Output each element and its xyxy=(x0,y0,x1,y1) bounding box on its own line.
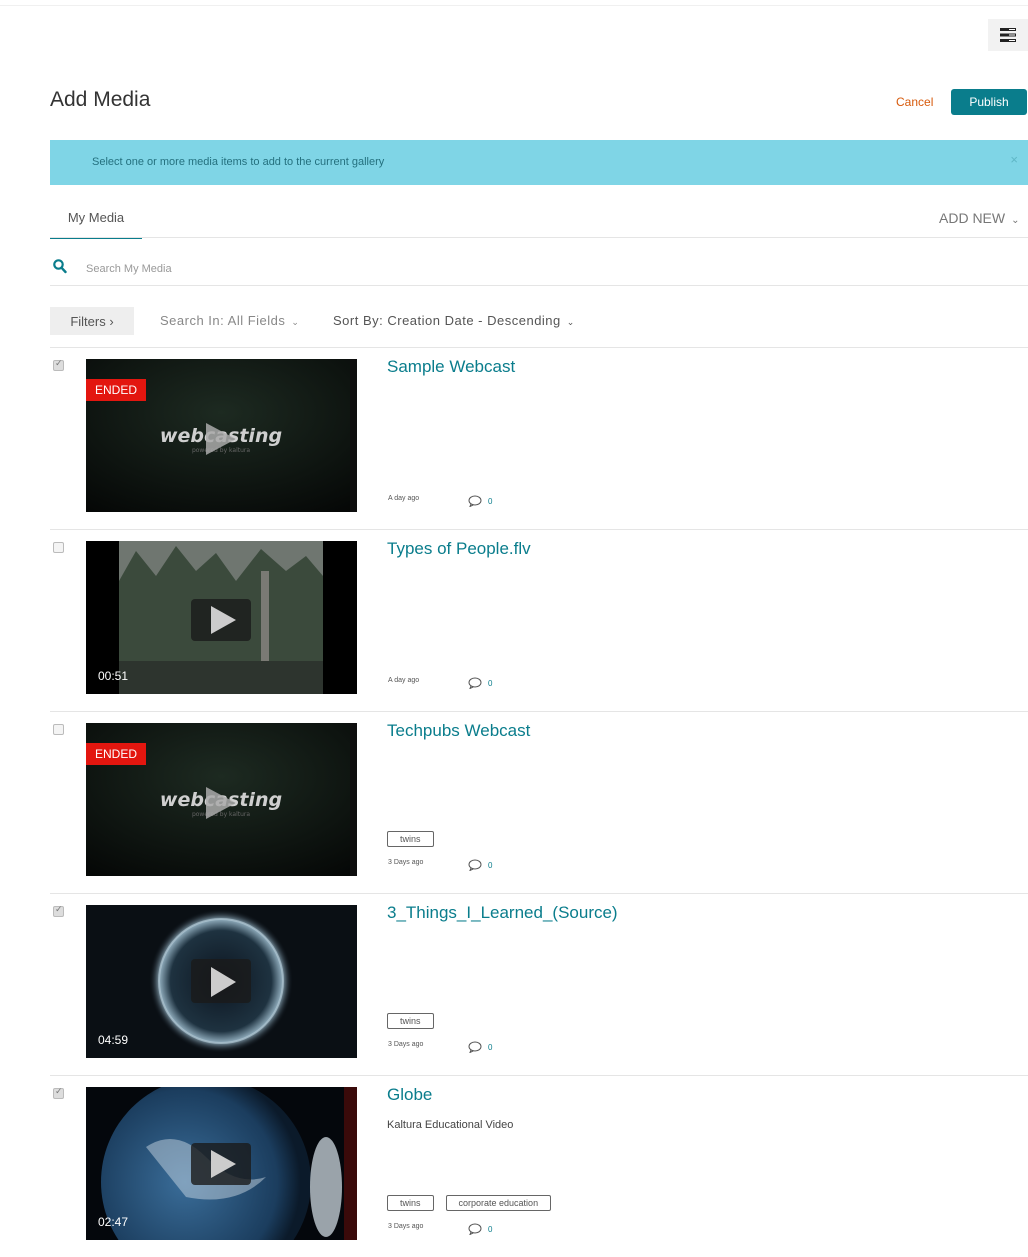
select-checkbox[interactable] xyxy=(53,904,64,917)
webcasting-subtext: powered by kaltura xyxy=(192,447,250,454)
row-divider xyxy=(50,711,1028,712)
webcasting-subtext: powered by kaltura xyxy=(192,811,250,818)
tag-list: twins xyxy=(387,831,434,847)
comments-count[interactable]: 0 xyxy=(468,859,492,871)
media-date: A day ago xyxy=(388,677,420,684)
comment-icon xyxy=(468,495,482,507)
add-new-label: ADD NEW xyxy=(939,210,1006,226)
sort-by-dropdown[interactable]: Sort By: Creation Date - Descending ⌄ xyxy=(333,313,575,328)
media-list-item: webcasting powered by kaltura ENDED Tech… xyxy=(50,711,1028,893)
comment-icon xyxy=(468,1223,482,1235)
info-banner-text: Select one or more media items to add to… xyxy=(92,156,385,168)
media-date: 3 Days ago xyxy=(388,1041,424,1048)
search-in-label: Search In: All Fields xyxy=(160,313,286,328)
comments-number: 0 xyxy=(488,860,493,870)
media-title-link[interactable]: Sample Webcast xyxy=(387,357,515,377)
comments-count[interactable]: 0 xyxy=(468,677,492,689)
media-thumbnail[interactable]: 04:59 xyxy=(86,905,357,1058)
cancel-button[interactable]: Cancel xyxy=(896,95,933,109)
tag-list: twins xyxy=(387,1013,434,1029)
search-input[interactable] xyxy=(84,258,988,280)
media-title-link[interactable]: Types of People.flv xyxy=(387,539,531,559)
select-checkbox[interactable] xyxy=(53,358,64,371)
list-menu-icon xyxy=(1000,28,1016,42)
media-description: Kaltura Educational Video xyxy=(387,1119,514,1131)
media-thumbnail[interactable]: 00:51 xyxy=(86,541,357,694)
comments-count[interactable]: 0 xyxy=(468,495,492,507)
search-divider xyxy=(50,285,1028,286)
duration-label: 04:59 xyxy=(98,1033,129,1047)
tab-my-media[interactable]: My Media xyxy=(50,210,142,239)
row-divider xyxy=(50,529,1028,530)
comment-icon xyxy=(468,859,482,871)
select-checkbox[interactable] xyxy=(53,542,64,553)
media-list-item: 00:51 Types of People.flv A day ago 0 xyxy=(50,529,1028,711)
media-title-link[interactable]: Globe xyxy=(387,1085,432,1105)
menu-toggle-button[interactable] xyxy=(988,19,1028,51)
select-checkbox[interactable] xyxy=(53,724,64,735)
media-date: 3 Days ago xyxy=(388,1223,424,1230)
media-list-item: 04:59 3_Things_I_Learned_(Source) twins … xyxy=(50,893,1028,1075)
info-banner: Select one or more media items to add to… xyxy=(50,140,1028,185)
chevron-down-icon: ⌄ xyxy=(1011,215,1020,226)
comments-count[interactable]: 0 xyxy=(468,1041,492,1053)
row-divider xyxy=(50,1075,1028,1076)
comments-number: 0 xyxy=(488,1042,493,1052)
tag[interactable]: twins xyxy=(387,1013,434,1029)
comments-count[interactable]: 0 xyxy=(468,1223,492,1235)
comment-icon xyxy=(468,677,482,689)
media-thumbnail[interactable]: webcasting powered by kaltura ENDED xyxy=(86,359,357,512)
media-date: 3 Days ago xyxy=(388,859,424,866)
comment-icon xyxy=(468,1041,482,1053)
duration-label: 02:47 xyxy=(98,1215,129,1229)
media-list-item: 02:47 Globe Kaltura Educational Video tw… xyxy=(50,1075,1028,1257)
row-divider xyxy=(50,347,1028,348)
media-title-link[interactable]: 3_Things_I_Learned_(Source) xyxy=(387,903,618,923)
ended-badge: ENDED xyxy=(86,743,147,765)
media-thumbnail[interactable]: webcasting powered by kaltura ENDED xyxy=(86,723,357,876)
page-title: Add Media xyxy=(50,88,151,111)
tabs-divider xyxy=(50,237,1028,238)
comments-number: 0 xyxy=(488,496,493,506)
tag-list: twins corporate education xyxy=(387,1195,552,1211)
comments-number: 0 xyxy=(488,678,493,688)
duration-label: 00:51 xyxy=(98,669,129,683)
filters-button[interactable]: Filters › xyxy=(50,307,134,335)
tag[interactable]: twins xyxy=(387,1195,434,1211)
chevron-down-icon: ⌄ xyxy=(291,317,300,327)
top-border xyxy=(0,5,1028,6)
close-icon[interactable]: × xyxy=(1010,152,1018,167)
ended-badge: ENDED xyxy=(86,379,147,401)
search-icon[interactable] xyxy=(53,259,67,274)
media-title-link[interactable]: Techpubs Webcast xyxy=(387,721,530,741)
sort-by-label: Sort By: Creation Date - Descending xyxy=(333,313,561,328)
row-divider xyxy=(50,893,1028,894)
media-list-item: webcasting powered by kaltura ENDED Samp… xyxy=(50,347,1028,529)
media-thumbnail[interactable]: 02:47 xyxy=(86,1087,357,1240)
media-date: A day ago xyxy=(388,495,420,502)
add-new-dropdown[interactable]: ADD NEW ⌄ xyxy=(939,210,1020,226)
tag[interactable]: corporate education xyxy=(445,1195,552,1211)
tag[interactable]: twins xyxy=(387,831,434,847)
publish-button[interactable]: Publish xyxy=(951,89,1027,115)
comments-number: 0 xyxy=(488,1224,493,1234)
chevron-down-icon: ⌄ xyxy=(566,317,575,327)
select-checkbox[interactable] xyxy=(53,1086,64,1099)
search-in-dropdown[interactable]: Search In: All Fields ⌄ xyxy=(160,313,299,328)
